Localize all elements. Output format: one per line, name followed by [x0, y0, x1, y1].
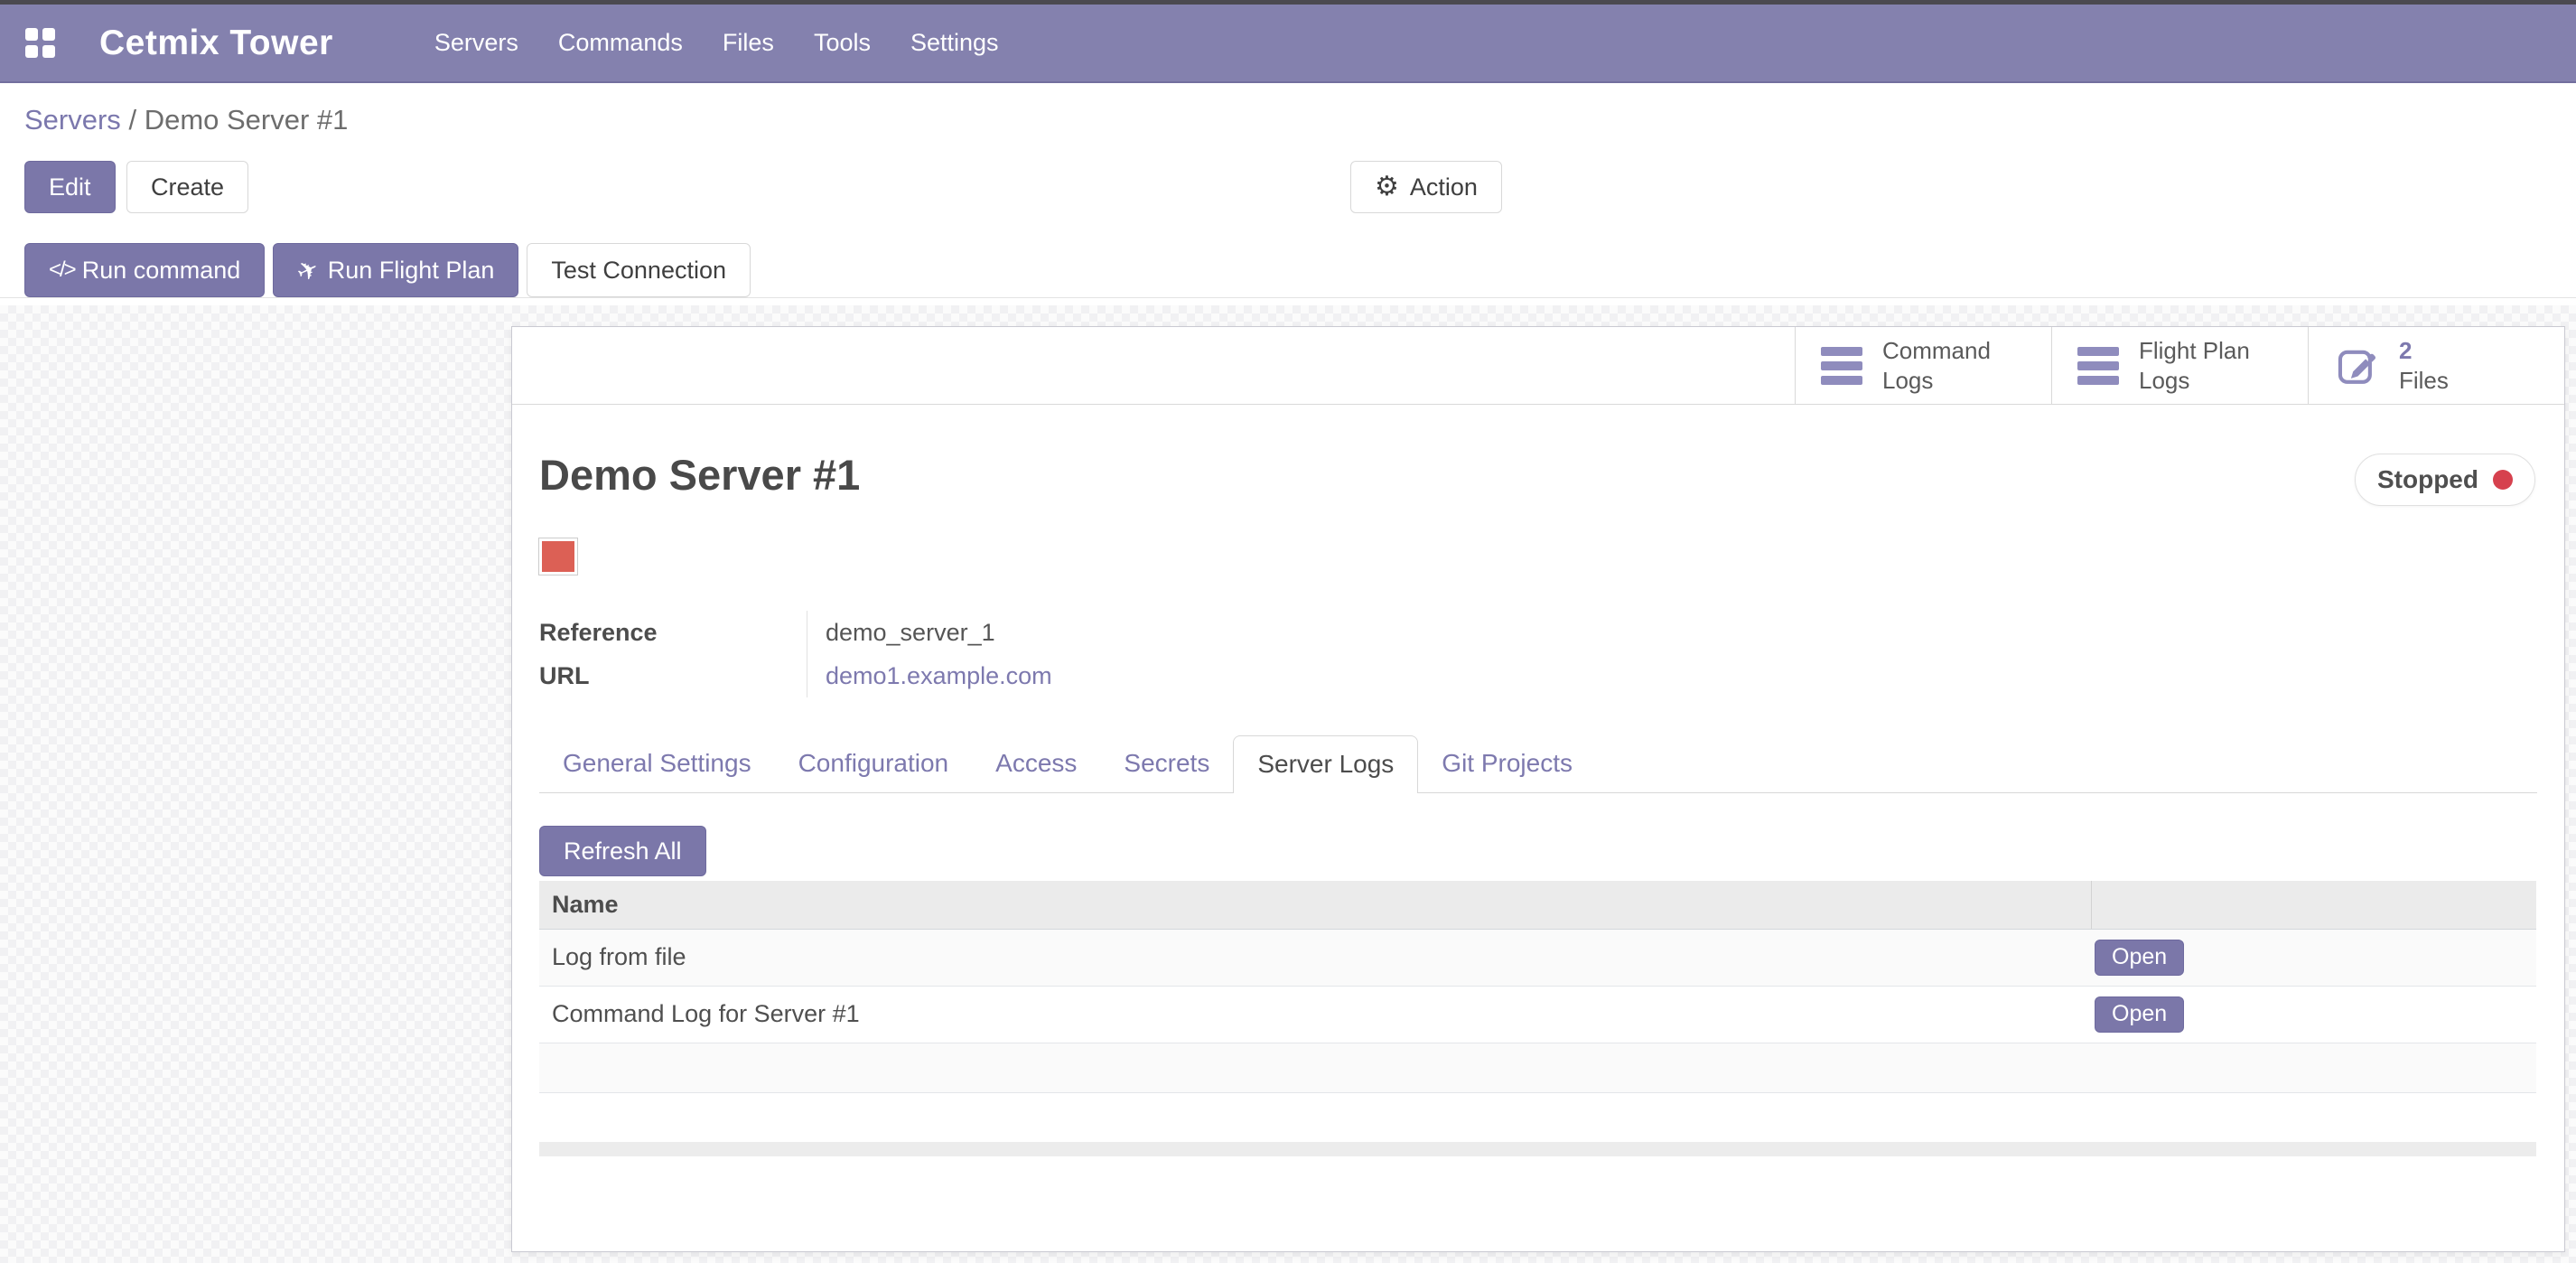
column-header-action — [2091, 881, 2536, 929]
notebook-tabs: General Settings Configuration Access Se… — [539, 735, 2537, 793]
command-logs-button[interactable]: Command Logs — [1795, 327, 2051, 404]
code-icon: </> — [49, 257, 75, 283]
nav-item-settings[interactable]: Settings — [910, 29, 999, 57]
log-name-cell: Command Log for Server #1 — [539, 986, 2091, 1043]
create-button[interactable]: Create — [126, 161, 248, 213]
command-logs-label-1: Command — [1882, 336, 1991, 366]
run-command-button[interactable]: </> Run command — [24, 243, 265, 297]
field-group: Reference demo_server_1 URL demo1.exampl… — [539, 611, 2537, 697]
test-connection-label: Test Connection — [551, 257, 726, 285]
breadcrumb: Servers / Demo Server #1 — [24, 104, 2576, 136]
files-label: Files — [2399, 366, 2449, 396]
menu-bars-icon — [1821, 341, 1862, 390]
server-action-buttons: </> Run command ✈ Run Flight Plan Test C… — [24, 243, 2576, 297]
open-log-button[interactable]: Open — [2095, 940, 2184, 976]
run-flight-plan-button[interactable]: ✈ Run Flight Plan — [273, 243, 518, 297]
server-form-card: Command Logs Flight Plan Logs 2 — [511, 326, 2565, 1252]
breadcrumb-current: Demo Server #1 — [145, 104, 349, 136]
files-count: 2 — [2399, 336, 2449, 366]
tab-secrets[interactable]: Secrets — [1100, 735, 1233, 792]
nav-item-servers[interactable]: Servers — [434, 29, 518, 57]
form-sheet: Demo Server #1 Stopped Reference demo_se… — [512, 450, 2564, 1156]
brand-title[interactable]: Cetmix Tower — [99, 23, 333, 63]
flight-plan-logs-label-1: Flight Plan — [2139, 336, 2250, 366]
status-dot-icon — [2493, 470, 2513, 490]
table-row[interactable]: Command Log for Server #1 Open — [539, 986, 2536, 1043]
edit-pencil-icon — [2334, 342, 2381, 389]
plane-icon: ✈ — [292, 252, 323, 288]
table-empty-row — [539, 1043, 2536, 1092]
run-command-label: Run command — [82, 257, 241, 285]
tab-server-logs[interactable]: Server Logs — [1233, 735, 1418, 793]
form-background: Command Logs Flight Plan Logs 2 — [0, 305, 2576, 1263]
tab-git-projects[interactable]: Git Projects — [1418, 735, 1596, 792]
action-dropdown-button[interactable]: ⚙ Action — [1350, 161, 1502, 213]
menu-bars-icon — [2077, 341, 2119, 390]
flight-plan-logs-button[interactable]: Flight Plan Logs — [2051, 327, 2308, 404]
gear-icon: ⚙ — [1375, 173, 1399, 201]
status-text: Stopped — [2377, 465, 2478, 494]
form-toolbar: Edit Create ⚙ Action — [24, 161, 2576, 213]
apps-grid-icon[interactable] — [25, 28, 56, 59]
main-navbar: Cetmix Tower Servers Commands Files Tool… — [0, 5, 2576, 83]
reference-field-label: Reference — [539, 611, 807, 654]
table-row[interactable]: Log from file Open — [539, 929, 2536, 986]
breadcrumb-parent-link[interactable]: Servers — [24, 104, 121, 136]
breadcrumb-separator: / — [128, 104, 136, 136]
color-swatch — [539, 538, 577, 575]
refresh-all-button[interactable]: Refresh All — [539, 826, 706, 876]
open-log-button[interactable]: Open — [2095, 996, 2184, 1033]
nav-item-files[interactable]: Files — [723, 29, 774, 57]
list-footer-bar — [539, 1142, 2536, 1156]
server-logs-panel: Refresh All Name Log from file Open — [539, 793, 2537, 1156]
flight-plan-logs-label-2: Logs — [2139, 366, 2250, 396]
tab-access[interactable]: Access — [972, 735, 1100, 792]
edit-button[interactable]: Edit — [24, 161, 116, 213]
url-field-label: URL — [539, 654, 807, 697]
url-field-value[interactable]: demo1.example.com — [807, 654, 1052, 697]
status-badge: Stopped — [2355, 454, 2535, 506]
action-label: Action — [1410, 173, 1478, 201]
log-name-cell: Log from file — [539, 929, 2091, 986]
stat-button-bar: Command Logs Flight Plan Logs 2 — [512, 327, 2564, 405]
server-logs-table: Name Log from file Open Command Log f — [539, 881, 2536, 1093]
files-button[interactable]: 2 Files — [2308, 327, 2564, 404]
nav-item-commands[interactable]: Commands — [558, 29, 683, 57]
test-connection-button[interactable]: Test Connection — [527, 243, 751, 297]
tab-general-settings[interactable]: General Settings — [539, 735, 775, 792]
navbar-menu: Servers Commands Files Tools Settings — [434, 29, 1039, 57]
tab-configuration[interactable]: Configuration — [775, 735, 973, 792]
server-title: Demo Server #1 — [539, 450, 2537, 500]
content-divider — [0, 297, 2576, 298]
run-flight-plan-label: Run Flight Plan — [328, 257, 495, 285]
reference-field-value: demo_server_1 — [807, 611, 995, 654]
command-logs-label-2: Logs — [1882, 366, 1991, 396]
nav-item-tools[interactable]: Tools — [814, 29, 871, 57]
column-header-name[interactable]: Name — [539, 881, 2091, 929]
